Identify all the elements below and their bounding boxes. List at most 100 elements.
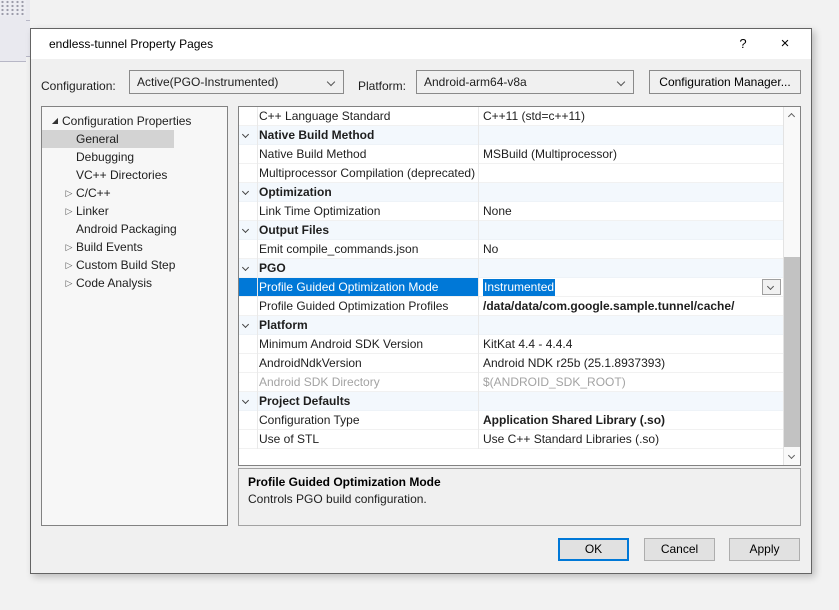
- platform-label: Platform:: [358, 74, 406, 98]
- tree-item-code-analysis[interactable]: ▷Code Analysis: [42, 274, 227, 292]
- property-row-androidndkversion[interactable]: AndroidNdkVersionAndroid NDK r25b (25.1.…: [239, 354, 783, 373]
- tree-item-label: Build Events: [76, 240, 143, 254]
- group-row-output-files[interactable]: Output Files: [239, 221, 783, 240]
- platform-dropdown-value: Android-arm64-v8a: [424, 71, 527, 93]
- scrollbar-thumb[interactable]: [784, 257, 801, 447]
- property-label: Optimization: [239, 183, 478, 201]
- property-label: Use of STL: [239, 430, 478, 448]
- tree-item-vc-directories[interactable]: VC++ Directories: [42, 166, 227, 184]
- tree-item-label: Debugging: [76, 150, 134, 164]
- group-row-project-defaults[interactable]: Project Defaults: [239, 392, 783, 411]
- ok-button[interactable]: OK: [558, 538, 629, 561]
- property-label: Minimum Android SDK Version: [239, 335, 478, 353]
- property-row-configuration-type[interactable]: Configuration TypeApplication Shared Lib…: [239, 411, 783, 430]
- apply-button[interactable]: Apply: [729, 538, 800, 561]
- vertical-scrollbar[interactable]: [783, 107, 800, 465]
- tree-item-android-packaging[interactable]: Android Packaging: [42, 220, 227, 238]
- configuration-label: Configuration:: [41, 74, 116, 98]
- tree-collapsed-icon[interactable]: ▷: [62, 274, 76, 292]
- chevron-down-icon: [767, 283, 774, 290]
- tree-item-label: Android Packaging: [76, 222, 177, 236]
- chevron-up-icon: [788, 113, 795, 120]
- group-row-pgo[interactable]: PGO: [239, 259, 783, 278]
- tree-expanded-icon[interactable]: ◢: [48, 112, 62, 130]
- property-label: Configuration Type: [239, 411, 478, 429]
- tree-item-c-c[interactable]: ▷C/C++: [42, 184, 227, 202]
- property-row-android-sdk-directory[interactable]: Android SDK Directory$(ANDROID_SDK_ROOT): [239, 373, 783, 392]
- tree-item-label: VC++ Directories: [76, 168, 167, 182]
- tree-item-label: General: [76, 132, 119, 146]
- property-label: C++ Language Standard: [239, 107, 478, 125]
- property-label: Profile Guided Optimization Profiles: [239, 297, 478, 315]
- property-label: Emit compile_commands.json: [239, 240, 478, 258]
- property-row-profile-guided-optimization-profiles[interactable]: Profile Guided Optimization Profiles/dat…: [239, 297, 783, 316]
- property-value[interactable]: No: [478, 240, 783, 258]
- tree-item-label: Custom Build Step: [76, 258, 175, 272]
- property-row-c-language-standard[interactable]: C++ Language StandardC++11 (std=c++11): [239, 107, 783, 126]
- tree-collapsed-icon[interactable]: ▷: [62, 202, 76, 220]
- property-row-native-build-method[interactable]: Native Build MethodMSBuild (Multiprocess…: [239, 145, 783, 164]
- group-row-native-build-method[interactable]: Native Build Method: [239, 126, 783, 145]
- property-value[interactable]: Android NDK r25b (25.1.8937393): [478, 354, 783, 372]
- property-value[interactable]: $(ANDROID_SDK_ROOT): [478, 373, 783, 391]
- tree-item-debugging[interactable]: Debugging: [42, 148, 227, 166]
- property-row-use-of-stl[interactable]: Use of STLUse C++ Standard Libraries (.s…: [239, 430, 783, 449]
- tree-collapsed-icon[interactable]: ▷: [62, 238, 76, 256]
- property-description-title: Profile Guided Optimization Mode: [248, 475, 791, 489]
- config-tree: ◢Configuration Properties General Debuggin…: [41, 106, 228, 526]
- property-label: Multiprocessor Compilation (deprecated): [239, 164, 478, 182]
- configuration-manager-button[interactable]: Configuration Manager...: [649, 70, 801, 94]
- chevron-down-icon: [617, 78, 625, 86]
- scroll-down-button[interactable]: [784, 449, 801, 465]
- property-pages-dialog: endless-tunnel Property Pages ? × Config…: [30, 28, 812, 574]
- title-bar[interactable]: endless-tunnel Property Pages ? ×: [31, 29, 811, 59]
- cancel-button[interactable]: Cancel: [644, 538, 715, 561]
- tree-item-label: Linker: [76, 204, 109, 218]
- property-value[interactable]: MSBuild (Multiprocessor): [478, 145, 783, 163]
- tree-item-custom-build-step[interactable]: ▷Custom Build Step: [42, 256, 227, 274]
- tree-item-label: Configuration Properties: [62, 114, 191, 128]
- property-value[interactable]: Instrumented: [478, 278, 783, 296]
- property-value[interactable]: Use C++ Standard Libraries (.so): [478, 430, 783, 448]
- close-icon[interactable]: ×: [769, 29, 801, 59]
- property-label: Native Build Method: [239, 145, 478, 163]
- background-right-grip-dots: [0, 0, 26, 16]
- property-label: Output Files: [239, 221, 478, 239]
- grid-gutter-separator: [257, 107, 258, 449]
- property-row-emit-compile-commands-json[interactable]: Emit compile_commands.jsonNo: [239, 240, 783, 259]
- property-value[interactable]: C++11 (std=c++11): [478, 107, 783, 125]
- property-description-text: Controls PGO build configuration.: [248, 492, 791, 506]
- property-label: Link Time Optimization: [239, 202, 478, 220]
- scroll-up-button[interactable]: [784, 107, 801, 123]
- tree-collapsed-icon[interactable]: ▷: [62, 256, 76, 274]
- property-row-multiprocessor-compilation-deprecated[interactable]: Multiprocessor Compilation (deprecated): [239, 164, 783, 183]
- value-dropdown-button[interactable]: [762, 279, 781, 295]
- property-value[interactable]: /data/data/com.google.sample.tunnel/cach…: [478, 297, 783, 315]
- tree-item-general[interactable]: General: [42, 130, 227, 148]
- property-value[interactable]: KitKat 4.4 - 4.4.4: [478, 335, 783, 353]
- property-grid: C++ Language StandardC++11 (std=c++11)Na…: [238, 106, 801, 466]
- configuration-dropdown[interactable]: Active(PGO-Instrumented): [129, 70, 344, 94]
- property-row-minimum-android-sdk-version[interactable]: Minimum Android SDK VersionKitKat 4.4 - …: [239, 335, 783, 354]
- property-row-profile-guided-optimization-mode[interactable]: Profile Guided Optimization ModeInstrume…: [239, 278, 783, 297]
- tree-item-label: C/C++: [76, 186, 111, 200]
- property-label: Platform: [239, 316, 478, 334]
- tree-item-build-events[interactable]: ▷Build Events: [42, 238, 227, 256]
- dialog-title: endless-tunnel Property Pages: [49, 29, 213, 59]
- property-label: Project Defaults: [239, 392, 478, 410]
- tree-collapsed-icon[interactable]: ▷: [62, 184, 76, 202]
- group-row-platform[interactable]: Platform: [239, 316, 783, 335]
- property-description-box: Profile Guided Optimization Mode Control…: [238, 468, 801, 526]
- platform-dropdown[interactable]: Android-arm64-v8a: [416, 70, 634, 94]
- property-row-link-time-optimization[interactable]: Link Time OptimizationNone: [239, 202, 783, 221]
- chevron-down-icon: [788, 452, 795, 459]
- property-value[interactable]: Application Shared Library (.so): [478, 411, 783, 429]
- tree-item-label: Code Analysis: [76, 276, 152, 290]
- tree-item-linker[interactable]: ▷Linker: [42, 202, 227, 220]
- group-row-optimization[interactable]: Optimization: [239, 183, 783, 202]
- grid-column-separator: [478, 107, 479, 449]
- tree-item-configuration-properties[interactable]: ◢Configuration Properties: [42, 112, 227, 130]
- help-icon[interactable]: ?: [727, 29, 759, 59]
- property-value[interactable]: [478, 164, 783, 182]
- property-value[interactable]: None: [478, 202, 783, 220]
